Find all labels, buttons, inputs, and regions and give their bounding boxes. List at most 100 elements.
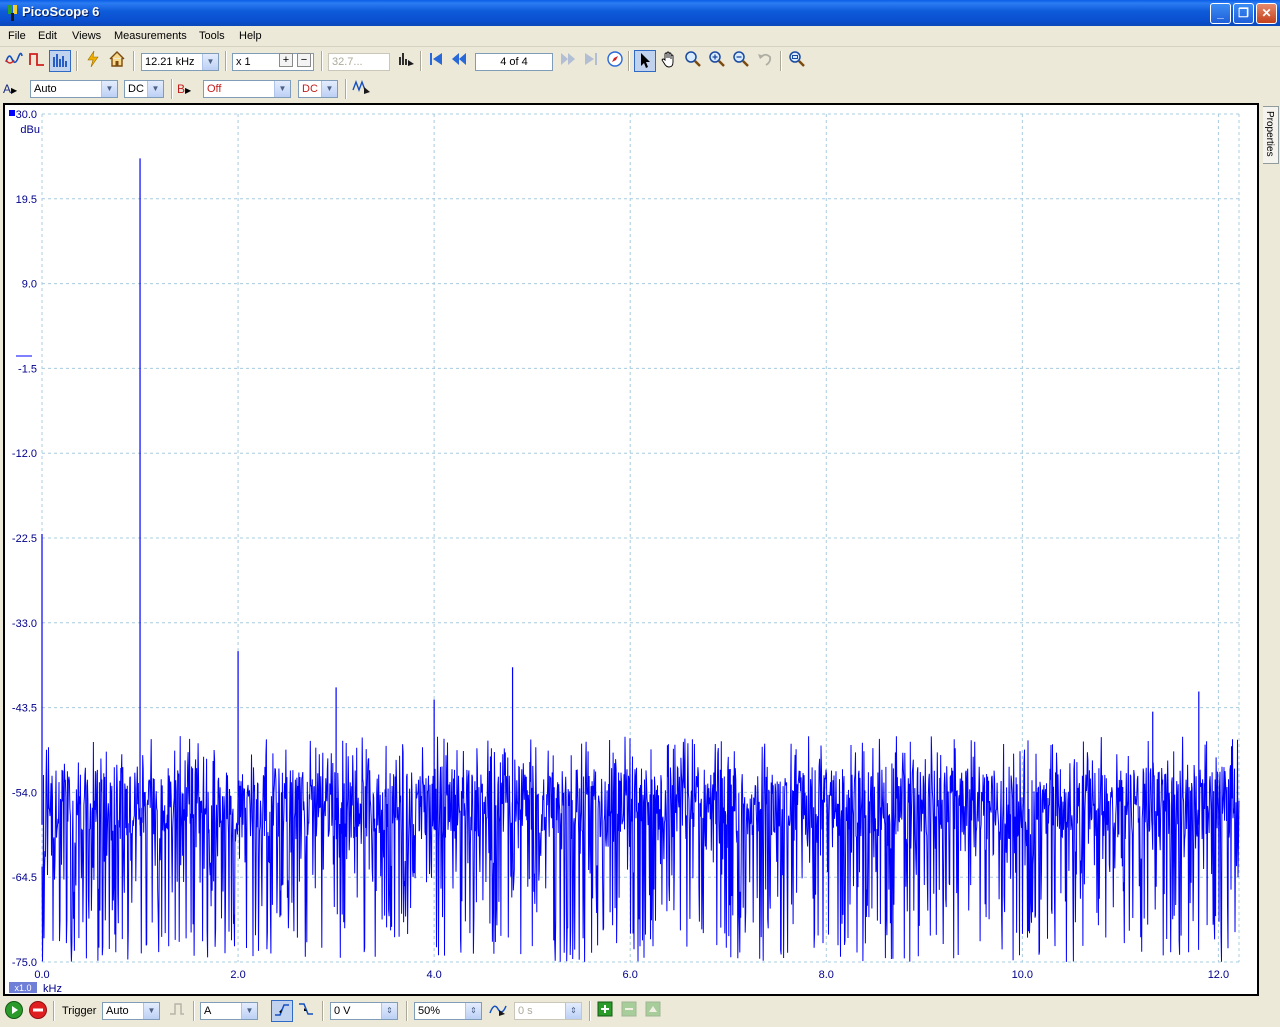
y-axis-unit-label: dBu (20, 124, 40, 136)
menu-views[interactable]: Views (72, 30, 101, 42)
channel-b-coupling-select[interactable]: DC ▼ (298, 80, 338, 98)
channel-a-range-select[interactable]: Auto ▼ (30, 80, 118, 98)
close-button[interactable]: ✕ (1256, 3, 1277, 24)
y-tick-label: -54.0 (12, 787, 37, 799)
spectrum-trace (41, 736, 1240, 962)
minimize-button[interactable]: _ (1210, 3, 1231, 24)
y-tick-label: -43.5 (12, 703, 37, 715)
menu-file[interactable]: File (8, 30, 26, 42)
pretrigger-value: 50% (418, 1005, 441, 1017)
zoom-out-icon[interactable] (730, 50, 752, 72)
channel-a-options-button[interactable]: A▶ (3, 78, 29, 100)
y-tick-label: -12.0 (12, 448, 37, 460)
y-tick-label: 30.0 (16, 109, 37, 121)
buffer-overview-compass-icon[interactable] (604, 50, 626, 72)
persistence-mode-icon[interactable] (26, 50, 48, 72)
toolbar-separator (322, 1001, 324, 1021)
toolbar-separator (589, 1001, 591, 1021)
falling-edge-icon[interactable] (295, 1000, 317, 1022)
default-setup-home-icon[interactable] (106, 50, 128, 72)
advanced-trigger-icon[interactable] (166, 1000, 188, 1022)
x-tick-label: 2.0 (230, 969, 245, 981)
trigger-delay-value: 0 s (518, 1005, 533, 1017)
y-tick-label: -33.0 (12, 618, 37, 630)
trigger-delay-field[interactable]: 0 s ⇕ (514, 1002, 582, 1020)
title-bar: PicoScope 6 _ ❐ ✕ (0, 0, 1280, 26)
menu-tools[interactable]: Tools (199, 30, 225, 42)
spin-updown-icon: ⇕ (465, 1003, 481, 1019)
x-tick-label: 6.0 (623, 969, 638, 981)
zoom-to-fit-icon[interactable] (786, 50, 808, 72)
math-channels-icon[interactable] (351, 78, 373, 100)
stop-capture-icon[interactable] (27, 1000, 49, 1022)
hand-pan-tool-icon[interactable] (658, 50, 680, 72)
pointer-tool-icon[interactable] (634, 50, 656, 72)
chevron-down-icon: ▼ (202, 54, 218, 70)
y-tick-label: -1.5 (18, 363, 37, 375)
spectrum-chart[interactable]: 30.0 19.5 9.0 -1.5 -12.0 -22.5 -33.0 -43.5 -54.0… (5, 105, 1257, 994)
scope-mode-icon[interactable] (3, 50, 25, 72)
auto-setup-icon[interactable] (82, 50, 104, 72)
toolbar-separator (171, 79, 173, 99)
remove-ruler-minus-icon[interactable] (618, 1001, 640, 1023)
menu-measurements[interactable]: Measurements (114, 30, 187, 42)
channel-b-range-select[interactable]: Off ▼ (203, 80, 291, 98)
next-buffer-icon[interactable] (557, 50, 579, 72)
toolbar-separator (53, 1001, 55, 1021)
spin-updown-icon: ⇕ (381, 1003, 397, 1019)
add-ruler-plus-icon[interactable] (594, 1001, 616, 1023)
y-tick-label: 19.5 (16, 194, 37, 206)
zoom-tool-icon[interactable] (682, 50, 704, 72)
ruler-up-arrow-icon[interactable] (642, 1001, 664, 1023)
channel-a-coupling-select[interactable]: DC ▼ (124, 80, 164, 98)
samples-field[interactable]: 32.7... (328, 53, 390, 71)
toolbar-separator (420, 51, 422, 71)
chevron-down-icon: ▼ (241, 1003, 257, 1019)
spectrum-view[interactable]: 30.0 19.5 9.0 -1.5 -12.0 -22.5 -33.0 -43.5 -54.0… (3, 103, 1259, 996)
spectrum-mode-icon[interactable] (49, 50, 71, 72)
spin-updown-icon: ⇕ (565, 1003, 581, 1019)
buffer-navigator-field[interactable]: 4 of 4 (475, 53, 553, 71)
zoom-in-icon[interactable] (706, 50, 728, 72)
cursor-arrow-icon: ▶ (185, 86, 192, 95)
properties-tab[interactable]: Properties (1263, 106, 1279, 164)
trigger-mode-value: Auto (106, 1005, 129, 1017)
toolbar-separator (133, 51, 135, 71)
cursor-arrow-icon: ▶ (11, 86, 18, 95)
previous-buffer-icon[interactable] (448, 50, 470, 72)
toolbar-separator (321, 51, 323, 71)
post-trigger-delay-icon[interactable] (487, 1000, 509, 1022)
first-buffer-icon[interactable] (425, 50, 447, 72)
main-toolbar: 12.21 kHz ▼ x 1 + − 32.7... 4 of 4 (0, 48, 1280, 74)
y-tick-label: 9.0 (22, 279, 37, 291)
zoom-in-plus-icon[interactable]: + (279, 53, 293, 67)
trigger-threshold-field[interactable]: 0 V ⇕ (330, 1002, 398, 1020)
trigger-mode-select[interactable]: Auto ▼ (102, 1002, 160, 1020)
maximize-button[interactable]: ❐ (1233, 3, 1254, 24)
menu-help[interactable]: Help (239, 30, 262, 42)
channel-b-options-button[interactable]: B▶ (177, 78, 203, 100)
window-title: PicoScope 6 (22, 4, 100, 19)
pretrigger-field[interactable]: 50% ⇕ (414, 1002, 482, 1020)
chevron-down-icon: ▼ (321, 81, 337, 97)
zoom-value: x 1 (236, 56, 251, 68)
x-tick-label: 0.0 (34, 969, 49, 981)
buffer-position: 4 of 4 (500, 56, 528, 68)
trigger-channel-select[interactable]: A ▼ (200, 1002, 258, 1020)
toolbar-separator (76, 51, 78, 71)
rising-edge-icon[interactable] (271, 1000, 293, 1022)
toolbar-separator (225, 51, 227, 71)
x-axis-unit-label: kHz (43, 983, 62, 994)
start-capture-icon[interactable] (3, 1000, 25, 1022)
scale-badge-text: x1.0 (14, 983, 31, 993)
undo-zoom-icon[interactable] (754, 50, 776, 72)
timebase-select[interactable]: 12.21 kHz ▼ (141, 53, 219, 71)
channel-b-range-value: Off (207, 83, 222, 95)
y-tick-label: -75.0 (12, 957, 37, 969)
zoom-out-minus-icon[interactable]: − (297, 53, 311, 67)
channel-a-range-value: Auto (34, 83, 57, 95)
spectrum-options-icon[interactable] (395, 50, 417, 72)
last-buffer-icon[interactable] (580, 50, 602, 72)
chevron-down-icon: ▼ (101, 81, 117, 97)
menu-edit[interactable]: Edit (38, 30, 57, 42)
